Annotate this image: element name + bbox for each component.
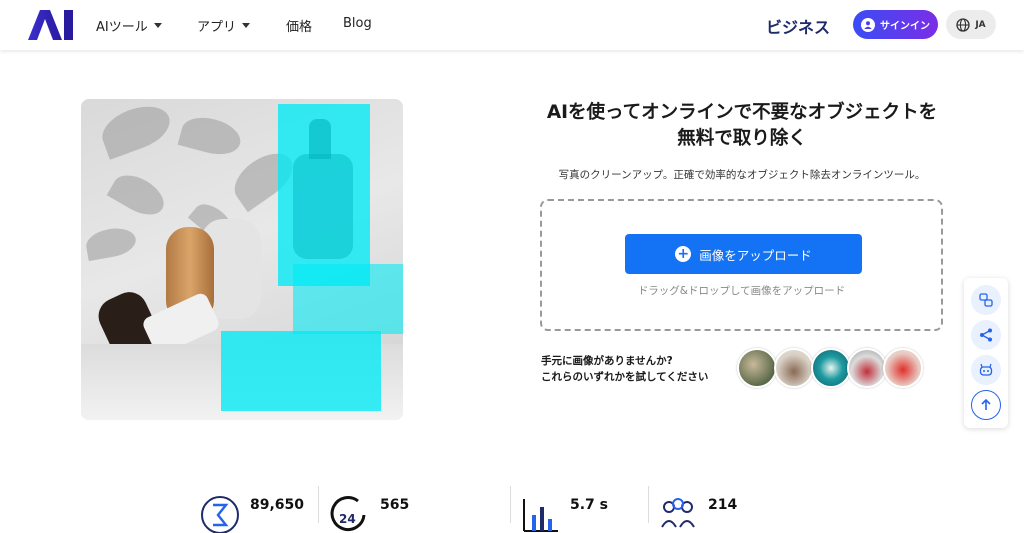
side-action-rail <box>964 278 1008 428</box>
sample-thumbnail-3[interactable] <box>811 348 851 388</box>
nav-pricing[interactable]: 価格 <box>286 16 312 35</box>
share-icon[interactable] <box>971 320 1001 350</box>
feedback-icon[interactable] <box>971 285 1001 315</box>
highlight-block <box>293 264 403 334</box>
globe-icon <box>956 17 970 32</box>
nav-blog[interactable]: Blog <box>343 16 372 31</box>
nav-apps-label: アプリ <box>197 20 237 35</box>
stat-value: 214 <box>708 497 738 513</box>
highlight-box <box>221 331 381 411</box>
chevron-down-icon <box>242 23 251 28</box>
upload-button[interactable]: + 画像をアップロード <box>625 234 862 274</box>
site-header: AIツール アプリ 価格 Blog ビジネス サインイン JA <box>0 0 1024 50</box>
language-label: JA <box>975 19 986 30</box>
nav-apps[interactable]: アプリ <box>197 16 251 35</box>
page-title-line1: AIを使ってオンラインで不要なオブジェクトを <box>546 102 938 123</box>
bot-icon[interactable] <box>971 355 1001 385</box>
bar-chart-icon <box>523 499 558 532</box>
upload-button-label: 画像をアップロード <box>699 247 812 263</box>
signin-button[interactable]: サインイン <box>853 10 938 39</box>
24h-clock-icon: 24 <box>330 496 366 532</box>
signin-label: サインイン <box>880 21 930 32</box>
svg-text:24: 24 <box>339 512 356 526</box>
stat-divider <box>510 486 511 523</box>
chevron-down-icon <box>153 23 162 28</box>
sample-thumbnail-4[interactable] <box>847 348 887 388</box>
nav-ai-tools-label: AIツール <box>96 20 148 35</box>
sample-prompt-line1: 手元に画像がありませんか? <box>541 355 673 367</box>
business-link[interactable]: ビジネス <box>766 14 830 38</box>
example-image <box>81 99 403 420</box>
sample-prompt-line2: これらのいずれかを試してください <box>541 371 709 383</box>
sigma-icon <box>201 496 239 533</box>
stat-images-processed: 89,650 <box>200 493 304 533</box>
upload-dropzone[interactable]: + 画像をアップロード ドラッグ&ドロップして画像をアップロード <box>540 199 943 331</box>
people-icon <box>661 498 695 528</box>
sample-thumbnail-1[interactable] <box>737 348 777 388</box>
sample-thumbnail-5[interactable] <box>883 348 923 388</box>
logo-icon[interactable] <box>28 10 74 40</box>
page-subtitle: 写真のクリーンアップ。正確で効率的なオブジェクト除去オンラインツール。 <box>558 169 926 181</box>
stat-daily: 24 565 <box>328 493 409 533</box>
page-title: AIを使ってオンラインで不要なオブジェクトを 無料で取り除く <box>530 100 954 152</box>
stat-value: 5.7 s <box>570 497 609 513</box>
page-title-line2: 無料で取り除く <box>677 128 807 149</box>
stat-users: 214 <box>658 493 737 533</box>
sample-thumbnail-2[interactable] <box>774 348 814 388</box>
sample-prompt: 手元に画像がありませんか? これらのいずれかを試してください <box>541 353 708 385</box>
nav-pricing-label: 価格 <box>286 20 313 35</box>
stat-speed: 5.7 s <box>520 493 608 533</box>
nav-ai-tools[interactable]: AIツール <box>96 16 162 35</box>
user-icon <box>861 17 875 32</box>
language-selector[interactable]: JA <box>946 10 996 39</box>
stat-divider <box>318 486 319 523</box>
nav-blog-label: Blog <box>343 16 372 31</box>
stat-value: 89,650 <box>250 497 305 513</box>
arrow-up-icon[interactable] <box>971 390 1001 420</box>
stat-value: 565 <box>380 497 410 513</box>
dropzone-hint: ドラッグ&ドロップして画像をアップロード <box>637 285 846 297</box>
stat-divider <box>648 486 649 523</box>
plus-icon: + <box>675 246 692 262</box>
